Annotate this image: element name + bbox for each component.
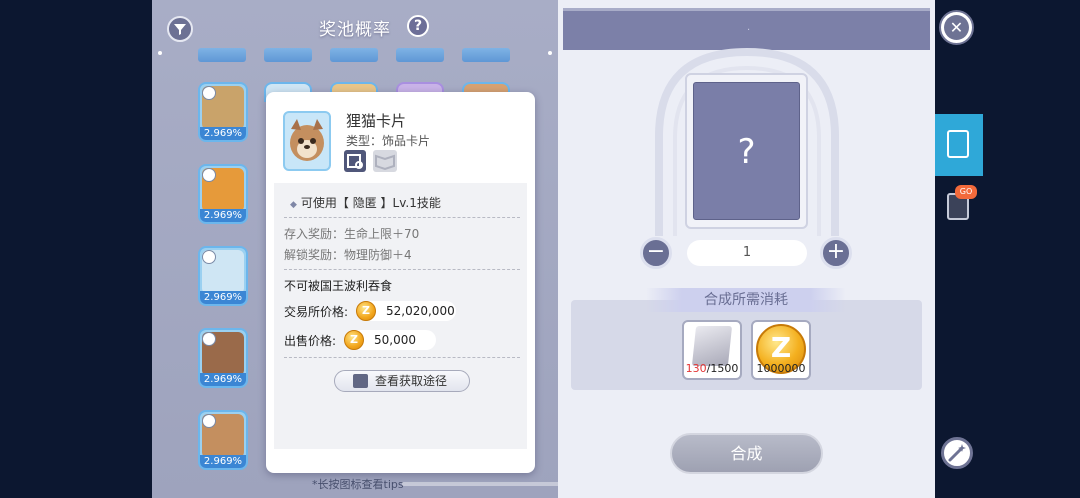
sell-price: 50,000 [374,333,416,347]
required-materials-box [571,300,922,390]
divider [284,269,520,270]
question-icon[interactable]: ? [407,15,429,37]
pool-card[interactable]: 2.969% [198,164,248,224]
restriction-text: 不可被国王波利吞食 [284,279,393,293]
card-tag-icon [202,86,216,100]
card-info-icon[interactable] [344,150,366,172]
card-strip [396,48,444,62]
stone-have: 130 [685,362,707,375]
topbar-mark: · [747,25,751,36]
pool-card[interactable]: 2.969% [198,246,248,306]
zeny-amount: 1000000 [756,362,806,375]
divider [284,217,520,218]
zeny-coin-icon: Z [356,301,376,321]
pool-footnote: *长按图标查看tips [312,478,404,491]
card-percent: 2.969% [200,209,246,222]
material-stone[interactable]: 130/1500 [682,320,742,380]
diamond-icon: ◆ [290,200,297,210]
card-strip [198,48,246,62]
decor-dot [158,51,162,55]
wand-button[interactable] [941,437,973,469]
card-percent: 2.969% [200,127,246,140]
card-percent: 2.969% [200,455,246,468]
skill-line: ◆ 可使用【 隐匿 】Lv.1技能 [290,194,441,211]
skill-text: 可使用【 隐匿 】Lv.1技能 [300,196,441,210]
pool-card[interactable]: 2.969% [198,328,248,388]
increase-button[interactable]: + [820,237,852,269]
stone-need: /1500 [706,362,739,375]
card-percent: 2.969% [200,291,246,304]
stone-icon [691,326,733,366]
pool-card[interactable]: 2.969% [198,410,248,470]
tab-card-synthesis[interactable] [935,114,983,176]
view-source-label: 查看获取途径 [375,374,448,388]
exchange-price-label: 交易所价格: [284,305,349,319]
required-label: 合成所需消耗 [646,288,846,312]
synthesize-button[interactable]: 合成 [670,433,823,474]
left-backdrop [0,0,152,498]
synthesis-panel: · ? − 1 + 合成所需消耗 130/1500 Z 1000000 合成 [558,0,935,498]
card-strip [330,48,378,62]
unlock-reward: 解锁奖励：物理防御＋4 [284,248,412,262]
result-card-slot[interactable]: ? [685,73,808,229]
decor-dot [548,51,552,55]
item-detail-popup: 狸猫卡片 类型：饰品卡片 ◆ 可使用【 隐匿 】Lv.1技能 存入奖励：生命上限＋… [266,92,535,473]
decrease-button[interactable]: − [640,237,672,269]
card-tag-icon [202,414,216,428]
exchange-price: 52,020,000 [386,304,455,318]
card-icon [947,130,969,158]
tab-card-exchange[interactable]: GO [945,185,977,221]
quantity-field[interactable]: 1 [687,240,807,266]
card-strip [264,48,312,62]
item-type: 类型：饰品卡片 [346,134,431,148]
stone-count: 130/1500 [684,362,740,375]
sell-price-label: 出售价格: [284,334,337,348]
card-tag-icon [202,332,216,346]
deposit-reward: 存入奖励：生命上限＋70 [284,227,420,241]
pool-title: 奖池概率 [319,20,391,40]
card-strip [462,48,510,62]
synthesis-topbar: · [563,8,930,50]
card-percent: 2.969% [200,373,246,386]
card-tag-icon [202,168,216,182]
card-tag-icon [202,250,216,264]
pool-card[interactable]: 2.969% [198,82,248,142]
item-detail-body: ◆ 可使用【 隐匿 】Lv.1技能 存入奖励：生命上限＋70 解锁奖励：物理防御＋… [274,183,527,449]
close-button[interactable]: ✕ [939,10,974,45]
view-source-button[interactable]: 查看获取途径 [334,370,470,392]
right-backdrop [935,0,1080,498]
book-icon[interactable] [373,150,397,172]
divider [284,357,520,358]
zeny-coin-icon: Z [344,330,364,350]
pool-scrollbar[interactable] [402,482,558,486]
close-icon: ✕ [944,15,969,40]
go-badge: GO [955,185,977,199]
item-thumbnail [283,111,331,171]
wand-icon [948,444,966,462]
item-name: 狸猫卡片 [346,112,407,130]
unknown-card: ? [693,82,800,220]
material-zeny[interactable]: Z 1000000 [751,320,811,380]
source-icon [353,374,368,388]
